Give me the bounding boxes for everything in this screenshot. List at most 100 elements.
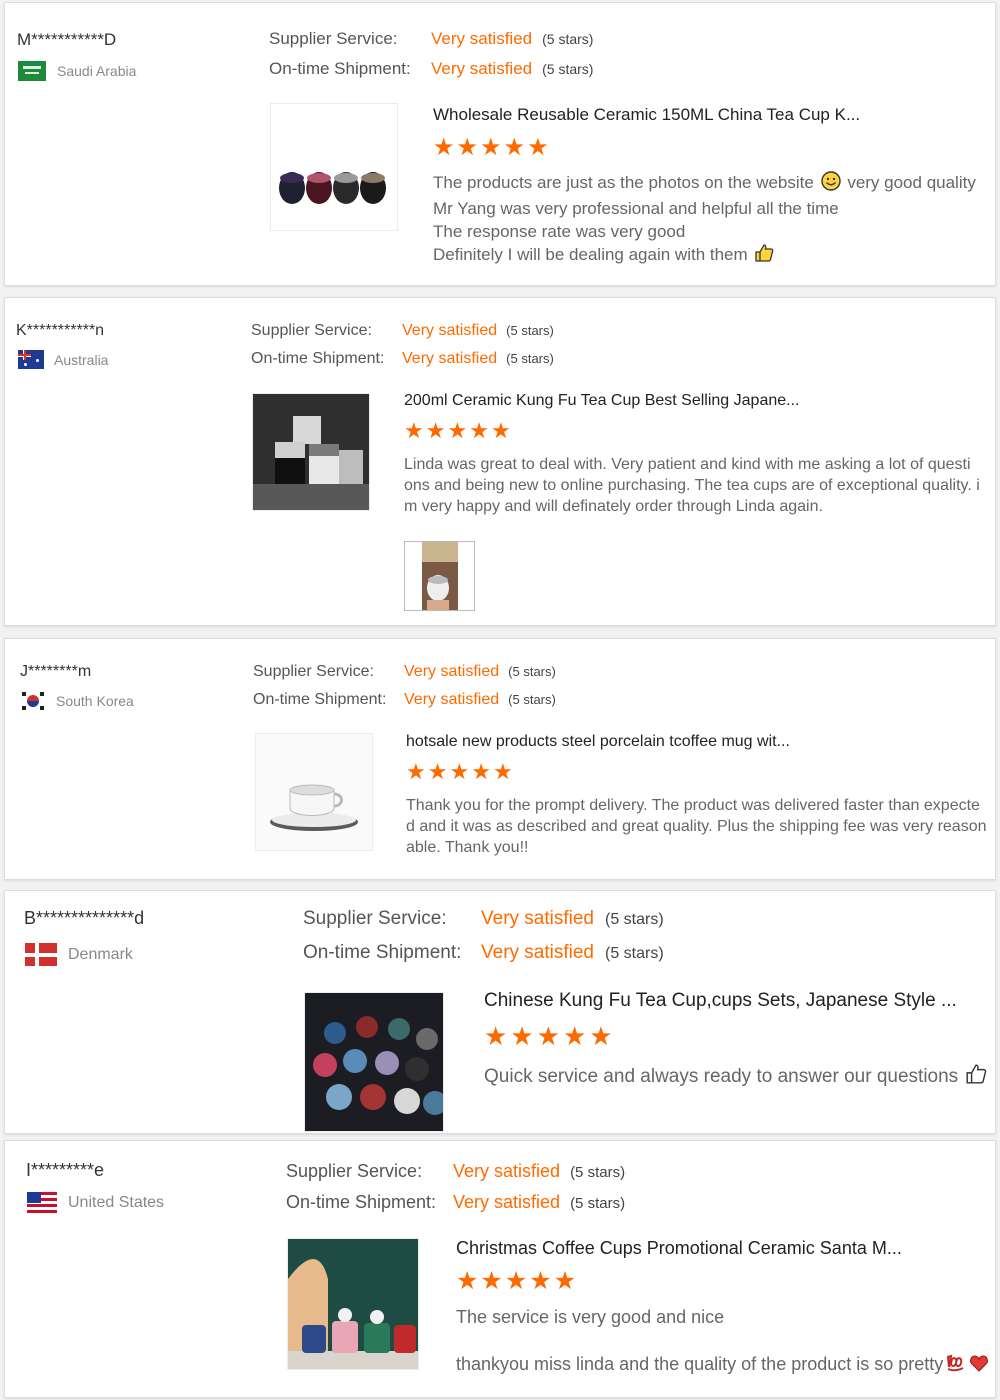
supplier-service-rating: Supplier Service: Very satisfied (5 star… [253, 663, 556, 681]
review-line: Definitely I will be dealing again with … [433, 243, 976, 269]
review-card: I*********e United States Supplier Servi… [4, 1140, 996, 1398]
star-icon: ★ [529, 1267, 552, 1295]
buyer-name: M***********D [17, 30, 117, 49]
review-text: The service is very good and nice thanky… [456, 1305, 991, 1379]
shipment-stars: (5 stars) [570, 1195, 626, 1212]
review-line: thankyou miss linda and the quality of t… [456, 1352, 991, 1379]
star-icon: ★ [404, 418, 424, 443]
supplier-service-rating: Supplier Service: Very satisfied (5 star… [286, 1161, 625, 1182]
shipment-value: Very satisfied [453, 1192, 561, 1212]
product-title[interactable]: 200ml Ceramic Kung Fu Tea Cup Best Selli… [404, 392, 799, 410]
supplier-service-value: Very satisfied [431, 29, 533, 48]
shipment-value: Very satisfied [402, 350, 498, 367]
shipment-stars: (5 stars) [542, 61, 594, 77]
supplier-service-stars: (5 stars) [542, 31, 594, 47]
product-image[interactable] [255, 733, 373, 851]
supplier-service-stars: (5 stars) [605, 911, 664, 928]
australia-flag-icon [18, 350, 44, 369]
heart-icon [969, 1353, 989, 1379]
review-attachment-image[interactable] [404, 541, 475, 611]
product-image[interactable] [252, 393, 370, 511]
review-line: The products are just as the photos on t… [433, 171, 976, 197]
supplier-service-label: Supplier Service: [251, 322, 372, 339]
review-stars: ★ ★ ★ ★ ★ [404, 420, 511, 442]
star-icon: ★ [425, 418, 446, 443]
star-icon: ★ [406, 759, 426, 784]
supplier-service-label: Supplier Service: [269, 29, 398, 48]
product-image[interactable] [287, 1238, 419, 1370]
review-line: Thank you for the prompt delivery. The p… [406, 797, 980, 814]
review-stars: ★ ★ ★ ★ ★ [406, 761, 513, 783]
country-name: Denmark [68, 945, 133, 963]
star-icon: ★ [433, 134, 455, 161]
country-name: Australia [54, 351, 109, 368]
shipment-rating: On-time Shipment: Very satisfied (5 star… [286, 1192, 625, 1213]
star-icon: ★ [510, 1021, 534, 1051]
star-icon: ★ [449, 759, 470, 784]
smiley-icon [820, 171, 841, 197]
supplier-service-label: Supplier Service: [286, 1161, 423, 1181]
star-icon: ★ [553, 1267, 577, 1295]
supplier-service-stars: (5 stars) [508, 664, 556, 679]
review-stars: ★ ★ ★ ★ ★ [433, 136, 549, 160]
buyer-country: Denmark [25, 943, 133, 966]
star-icon: ★ [504, 1267, 528, 1295]
star-icon: ★ [456, 134, 479, 161]
saudi-arabia-flag-icon [18, 61, 46, 81]
buyer-country: Australia [18, 350, 108, 369]
star-icon: ★ [484, 1021, 508, 1051]
review-line: The service is very good and nice [456, 1307, 725, 1327]
supplier-service-value: Very satisfied [481, 908, 594, 929]
review-stars: ★ ★ ★ ★ ★ [456, 1269, 576, 1294]
shipment-label: On-time Shipment: [251, 350, 385, 367]
shipment-rating: On-time Shipment: Very satisfied (5 star… [253, 691, 556, 709]
review-text: Quick service and always ready to answer… [484, 1063, 989, 1092]
star-icon: ★ [503, 134, 526, 161]
review-line: Mr Yang was very professional and helpfu… [433, 199, 839, 218]
review-card: J********m South Korea Supplier Service:… [4, 638, 996, 880]
shipment-value: Very satisfied [481, 942, 594, 963]
country-name: Saudi Arabia [57, 63, 137, 79]
buyer-country: South Korea [21, 691, 134, 711]
review-card: M***********D Saudi Arabia Supplier Serv… [4, 2, 996, 286]
review-line: Quick service and always ready to answer… [484, 1063, 989, 1092]
shipment-rating: On-time Shipment: Very satisfied (5 star… [303, 942, 664, 964]
review-text: Linda was great to deal with. Very patie… [404, 454, 980, 517]
buyer-name: B**************d [24, 908, 145, 928]
shipment-stars: (5 stars) [506, 351, 554, 366]
star-icon: ★ [562, 1021, 587, 1051]
south-korea-flag-icon [21, 691, 45, 711]
supplier-service-label: Supplier Service: [253, 663, 374, 680]
star-icon: ★ [492, 759, 513, 784]
star-icon: ★ [456, 1267, 479, 1295]
buyer-name: J********m [20, 663, 92, 680]
product-image[interactable] [270, 103, 398, 231]
country-name: United States [68, 1193, 165, 1211]
star-icon: ★ [427, 759, 448, 784]
shipment-label: On-time Shipment: [286, 1192, 437, 1212]
product-title[interactable]: Wholesale Reusable Ceramic 150ML China T… [433, 105, 860, 125]
supplier-service-rating: Supplier Service: Very satisfied (5 star… [303, 908, 664, 930]
shipment-stars: (5 stars) [605, 945, 664, 962]
review-line: ons and being new to online purchasing. … [404, 477, 980, 494]
buyer-name: I*********e [26, 1160, 105, 1180]
buyer-country: United States [27, 1192, 164, 1213]
thumbs-up-icon [965, 1063, 987, 1092]
country-name: South Korea [56, 693, 134, 709]
star-icon: ★ [447, 418, 468, 443]
review-text: Thank you for the prompt delivery. The p… [406, 795, 986, 858]
shipment-rating: On-time Shipment: Very satisfied (5 star… [269, 59, 593, 79]
star-icon: ★ [490, 418, 511, 443]
star-icon: ★ [527, 134, 549, 161]
supplier-service-rating: Supplier Service: Very satisfied (5 star… [251, 322, 554, 340]
review-line: m very happy and will definately order t… [404, 498, 823, 515]
product-title[interactable]: hotsale new products steel porcelain tco… [406, 733, 790, 751]
supplier-service-value: Very satisfied [402, 322, 498, 339]
product-title[interactable]: Chinese Kung Fu Tea Cup,cups Sets, Japan… [484, 990, 957, 1012]
product-image[interactable] [304, 992, 444, 1132]
star-icon: ★ [589, 1021, 613, 1051]
shipment-label: On-time Shipment: [253, 691, 387, 708]
shipment-label: On-time Shipment: [269, 59, 411, 78]
product-title[interactable]: Christmas Coffee Cups Promotional Cerami… [456, 1238, 902, 1259]
hundred-points-icon [945, 1353, 965, 1379]
